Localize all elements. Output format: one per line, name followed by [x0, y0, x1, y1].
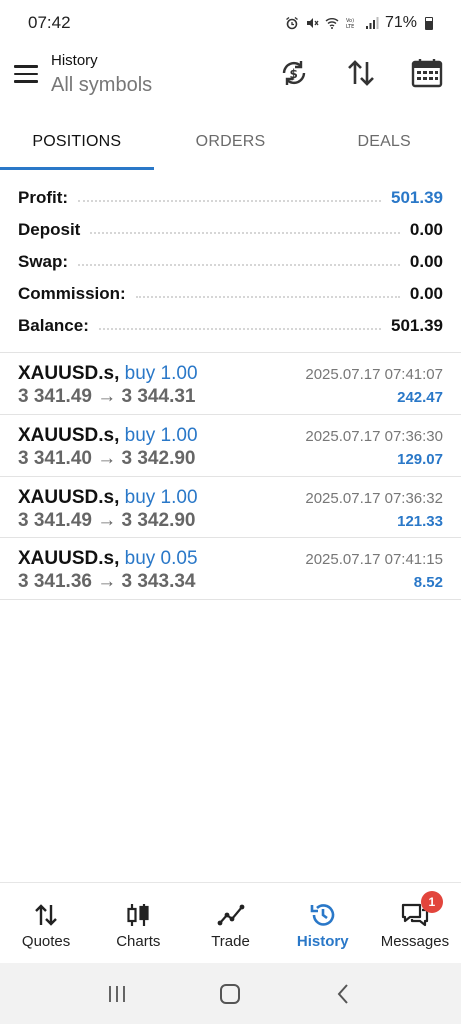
position-symbol: XAUUSD.s, — [18, 363, 120, 384]
summary-value: 0.00 — [409, 284, 443, 303]
nav-charts[interactable]: Charts — [92, 883, 184, 963]
summary-swap: Swap: 0.00 — [18, 246, 443, 278]
position-profit: 242.47 — [397, 389, 443, 406]
nav-trade[interactable]: Trade — [184, 883, 276, 963]
svg-text:$: $ — [290, 67, 298, 81]
position-direction: buy 1.00 — [124, 363, 198, 384]
position-direction: buy 1.00 — [124, 487, 198, 508]
list-item[interactable]: XAUUSD.s, buy 1.00 3 341.49 → 3 344.31 2… — [0, 353, 461, 414]
dotted-leader — [98, 328, 381, 330]
sort-icon[interactable] — [344, 56, 378, 90]
list-item[interactable]: XAUUSD.s, buy 1.00 3 341.49 → 3 342.90 2… — [0, 477, 461, 538]
status-bar: 07:42 Vo) LTE 71% — [0, 0, 461, 46]
position-symbol: XAUUSD.s, — [18, 487, 120, 508]
position-profit: 8.52 — [413, 574, 443, 591]
position-prices: 3 341.49 → 3 344.31 — [18, 386, 196, 407]
system-nav-bar — [0, 963, 461, 1024]
page-title: History — [51, 52, 98, 69]
nav-messages[interactable]: Messages 1 — [369, 883, 461, 963]
alarm-icon — [285, 16, 299, 30]
messages-badge: 1 — [420, 891, 443, 913]
recent-apps-icon[interactable] — [105, 982, 129, 1006]
dotted-leader — [78, 264, 400, 266]
position-time: 2025.07.17 07:36:32 — [305, 490, 443, 507]
position-profit: 121.33 — [397, 513, 443, 530]
divider — [0, 599, 461, 600]
summary-label: Swap: — [18, 252, 69, 271]
sync-currency-icon[interactable]: $ — [277, 56, 311, 90]
position-time: 2025.07.17 07:41:15 — [305, 551, 443, 568]
position-prices: 3 341.40 → 3 342.90 — [18, 448, 196, 469]
svg-text:LTE: LTE — [346, 24, 354, 30]
summary-label: Deposit — [18, 220, 81, 239]
bottom-nav: Quotes Charts Trade History Messages 1 — [0, 882, 461, 963]
summary-value: 0.00 — [409, 252, 443, 271]
tab-deals[interactable]: DEALS — [307, 114, 461, 170]
position-symbol: XAUUSD.s, — [18, 425, 120, 446]
status-icons: Vo) LTE 71% — [285, 14, 433, 32]
summary-commission: Commission: 0.00 — [18, 278, 443, 310]
nav-label: History — [296, 933, 349, 950]
mute-icon — [305, 16, 319, 30]
position-prices: 3 341.49 → 3 342.90 — [18, 510, 196, 531]
summary-profit: Profit: 501.39 — [18, 182, 443, 214]
summary-label: Balance: — [18, 316, 89, 335]
position-profit: 129.07 — [397, 451, 443, 468]
home-icon[interactable] — [218, 982, 242, 1006]
position-time: 2025.07.17 07:41:07 — [305, 366, 443, 383]
battery-icon — [425, 16, 433, 30]
summary-block: Profit: 501.39 Deposit 0.00 Swap: 0.00 C… — [18, 182, 443, 342]
signal-icon — [365, 16, 379, 30]
nav-quotes[interactable]: Quotes — [0, 883, 92, 963]
dotted-leader — [90, 232, 400, 234]
trade-icon — [217, 904, 244, 926]
history-icon — [310, 904, 334, 926]
history-tabs: POSITIONS ORDERS DEALS — [0, 114, 461, 170]
battery-percent: 71% — [384, 14, 417, 31]
position-prices: 3 341.36 → 3 343.34 — [18, 571, 196, 592]
menu-icon[interactable] — [14, 65, 38, 85]
symbol-filter[interactable]: All symbols — [51, 74, 152, 97]
summary-label: Profit: — [18, 188, 69, 207]
dotted-leader — [135, 296, 400, 298]
position-time: 2025.07.17 07:36:30 — [305, 428, 443, 445]
app-header: History All symbols $ — [0, 46, 461, 114]
tab-orders[interactable]: ORDERS — [154, 114, 308, 170]
position-symbol: XAUUSD.s, — [18, 548, 120, 569]
wifi-icon — [325, 16, 339, 30]
back-icon[interactable] — [332, 982, 356, 1006]
charts-icon — [127, 904, 149, 926]
nav-history[interactable]: History — [277, 883, 369, 963]
list-item[interactable]: XAUUSD.s, buy 0.05 3 341.36 → 3 343.34 2… — [0, 538, 461, 599]
quotes-icon — [35, 904, 57, 926]
position-direction: buy 0.05 — [124, 548, 198, 569]
list-item[interactable]: XAUUSD.s, buy 1.00 3 341.40 → 3 342.90 2… — [0, 415, 461, 476]
summary-value: 501.39 — [391, 316, 443, 335]
nav-label: Trade — [211, 933, 250, 950]
summary-deposit: Deposit 0.00 — [18, 214, 443, 246]
volte-icon: Vo) LTE — [345, 16, 359, 30]
summary-value: 0.00 — [409, 220, 443, 239]
summary-balance: Balance: 501.39 — [18, 310, 443, 342]
summary-label: Commission: — [18, 284, 126, 303]
summary-value: 501.39 — [391, 188, 443, 207]
dotted-leader — [78, 200, 381, 202]
tab-positions[interactable]: POSITIONS — [0, 114, 154, 170]
nav-label: Messages — [380, 933, 450, 950]
nav-label: Quotes — [21, 933, 71, 950]
status-time: 07:42 — [28, 13, 71, 32]
nav-label: Charts — [116, 933, 161, 950]
position-direction: buy 1.00 — [124, 425, 198, 446]
calendar-icon[interactable] — [410, 56, 444, 90]
